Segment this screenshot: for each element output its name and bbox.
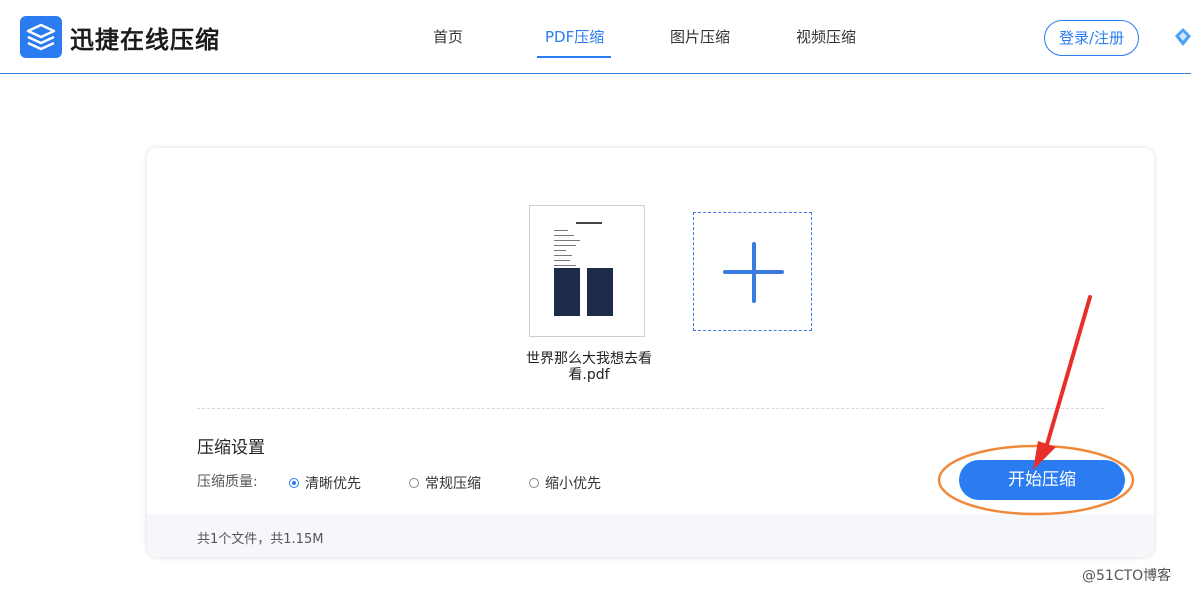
watermark: @51CTO博客	[1082, 568, 1172, 584]
radio-clarity-first[interactable]: 清晰优先	[289, 473, 361, 493]
site-logo[interactable]: 迅捷在线压缩	[20, 16, 220, 58]
login-register-button[interactable]: 登录/注册	[1044, 20, 1139, 56]
nav-home[interactable]: 首页	[433, 26, 463, 47]
nav-pdf-compress[interactable]: PDF压缩	[545, 26, 604, 47]
start-compress-button[interactable]: 开始压缩	[959, 460, 1125, 500]
quality-label: 压缩质量:	[197, 474, 258, 490]
radio-label: 清晰优先	[305, 476, 361, 492]
logo-text: 迅捷在线压缩	[70, 25, 220, 54]
nav-active-indicator	[537, 56, 611, 58]
settings-title: 压缩设置	[197, 438, 265, 458]
nav-image-compress[interactable]: 图片压缩	[670, 26, 730, 47]
summary-bar: 共1个文件，共1.15M	[147, 514, 1154, 557]
section-divider	[197, 408, 1104, 409]
radio-dot[interactable]	[289, 478, 299, 488]
radio-label: 常规压缩	[425, 476, 481, 492]
file-summary: 共1个文件，共1.15M	[197, 532, 324, 547]
radio-size-first[interactable]: 缩小优先	[529, 473, 601, 493]
nav-video-compress[interactable]: 视频压缩	[796, 26, 856, 47]
radio-label: 缩小优先	[545, 476, 601, 492]
pdf-thumbnail[interactable]	[529, 205, 645, 337]
logo-stack-icon	[20, 16, 62, 58]
add-file-button[interactable]	[693, 212, 812, 331]
site-header: 迅捷在线压缩 首页 PDF压缩 图片压缩 视频压缩 登录/注册	[0, 0, 1191, 74]
compress-card: 世界那么大我想去看看.pdf 压缩设置 压缩质量: 清晰优先 常规压缩 缩小优先…	[147, 148, 1154, 557]
radio-dot[interactable]	[409, 478, 419, 488]
radio-dot[interactable]	[529, 478, 539, 488]
file-name: 世界那么大我想去看看.pdf	[526, 351, 652, 383]
vip-diamond-icon[interactable]	[1175, 28, 1191, 52]
radio-normal-compress[interactable]: 常规压缩	[409, 473, 481, 493]
